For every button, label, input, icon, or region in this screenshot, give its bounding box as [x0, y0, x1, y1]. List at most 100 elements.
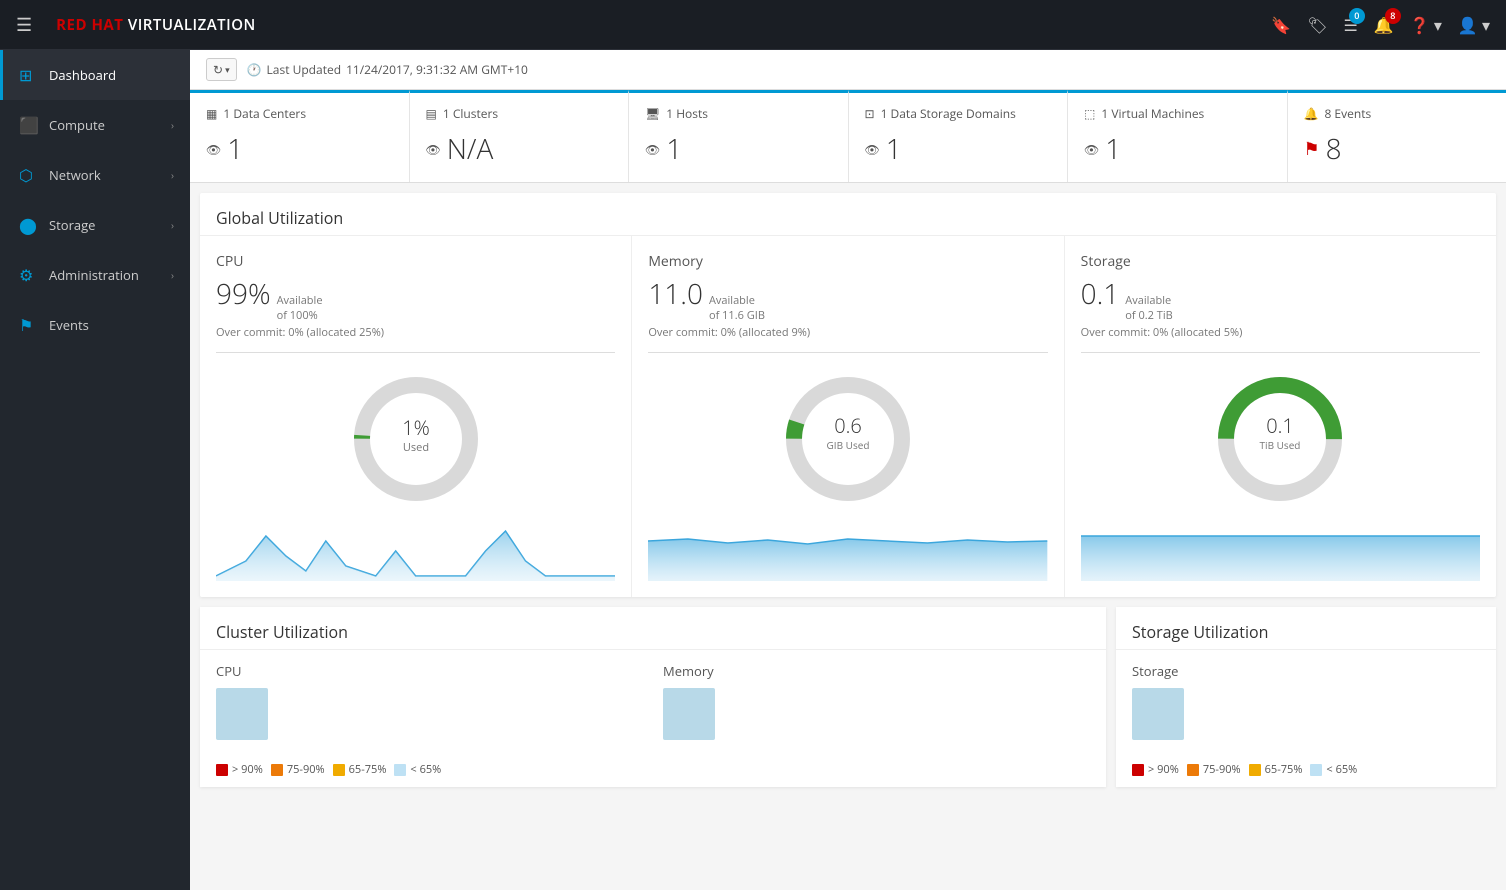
clusters-card[interactable]: ▤ 1 Clusters 👁 N/A [410, 90, 630, 182]
cpu-available-sub: of 100% [277, 308, 323, 323]
notifications-icon[interactable]: 🔔 8 [1374, 14, 1394, 36]
last-updated-label: Last Updated [267, 61, 342, 78]
hosts-count: 1 [666, 130, 682, 168]
sidebar-item-compute[interactable]: ⬛ Compute › [0, 100, 190, 150]
cluster-cpu-bar [216, 688, 268, 740]
hamburger-menu[interactable]: ☰ [16, 13, 32, 37]
cluster-utilization-title: Cluster Utilization [200, 607, 1106, 650]
cpu-sparkline-svg [216, 521, 615, 581]
cluster-memory-title: Memory [663, 662, 1090, 680]
sidebar-label-events: Events [49, 316, 174, 334]
legend-label-orange: 75-90% [287, 762, 325, 777]
hosts-title: 🖥 1 Hosts [645, 105, 708, 122]
vms-eye-icon: 👁 [1084, 141, 1099, 158]
memory-overcommit: Over commit: 0% (allocated 9%) [648, 325, 1047, 340]
sidebar-item-administration[interactable]: ⚙ Administration › [0, 250, 190, 300]
memory-available-label: Available [709, 293, 765, 308]
admin-arrow-icon: › [171, 268, 174, 282]
tags-icon[interactable]: 🏷 [1307, 14, 1327, 36]
datacenters-count-row: 👁 1 [206, 130, 393, 168]
bookmark-icon[interactable]: 🔖 [1271, 14, 1291, 36]
help-icon[interactable]: ❓ ▾ [1410, 14, 1442, 36]
storage-utilization-panel: Storage Utilization Storage > 90% 75-90% [1116, 607, 1496, 787]
last-updated-info: 🕐 Last Updated 11/24/2017, 9:31:32 AM GM… [247, 61, 528, 78]
sidebar-item-storage[interactable]: ⬤ Storage › [0, 200, 190, 250]
storage-util-column: Storage 0.1 Available of 0.2 TiB Over co… [1065, 236, 1496, 597]
user-icon[interactable]: 👤 ▾ [1458, 14, 1490, 36]
memory-available-sub: of 11.6 GIB [709, 308, 765, 323]
last-updated-value: 11/24/2017, 9:31:32 AM GMT+10 [346, 61, 528, 78]
clusters-icon: ▤ [426, 105, 437, 122]
cpu-available: 99% Available of 100% [216, 275, 615, 323]
memory-divider [648, 352, 1047, 353]
cpu-overcommit: Over commit: 0% (allocated 25%) [216, 325, 615, 340]
memory-available: 11.0 Available of 11.6 GIB [648, 275, 1047, 323]
cpu-donut-container: 1% Used [216, 369, 615, 509]
events-count-row: ⚑ 8 [1304, 130, 1491, 168]
notifications-badge: 8 [1385, 8, 1401, 24]
sidebar-item-dashboard[interactable]: ⊞ Dashboard [0, 50, 190, 100]
storage-divider [1081, 352, 1480, 353]
storage-overcommit: Over commit: 0% (allocated 5%) [1081, 325, 1480, 340]
memory-available-num: 11.0 [648, 275, 703, 313]
sidebar-label-compute: Compute [49, 116, 161, 134]
hosts-eye-icon: 👁 [645, 141, 660, 158]
tasks-badge: 0 [1349, 8, 1365, 24]
global-util-grid: CPU 99% Available of 100% Over commit: 0… [200, 236, 1496, 597]
datacenters-card[interactable]: ▦ 1 Data Centers 👁 1 [190, 90, 410, 182]
cpu-sparkline [216, 521, 615, 581]
memory-donut-container: 0.6 GIB Used [648, 369, 1047, 509]
clusters-count: N/A [447, 130, 494, 168]
cluster-utilization-panel: Cluster Utilization CPU Memory > 90% [200, 607, 1106, 787]
legend-color-yellow [333, 764, 345, 776]
datastorage-card[interactable]: ⊡ 1 Data Storage Domains 👁 1 [849, 90, 1069, 182]
clusters-count-row: 👁 N/A [426, 130, 613, 168]
global-utilization-panel: Global Utilization CPU 99% Available of … [200, 193, 1496, 597]
admin-icon: ⚙ [19, 264, 39, 286]
main-layout: ⊞ Dashboard ⬛ Compute › ⬡ Network › ⬤ St… [0, 50, 1506, 890]
storage-util-sub-title: Storage [1132, 662, 1480, 680]
legend-label-red: > 90% [232, 762, 263, 777]
sidebar-item-network[interactable]: ⬡ Network › [0, 150, 190, 200]
storage-sparkline-svg [1081, 521, 1480, 581]
storage-available-sub: of 0.2 TiB [1125, 308, 1172, 323]
clock-icon: 🕐 [247, 61, 262, 78]
legend-label-lt65: < 65% [410, 762, 441, 777]
storage-arrow-icon: › [171, 218, 174, 232]
hosts-card[interactable]: 🖥 1 Hosts 👁 1 [629, 90, 849, 182]
memory-sparkline [648, 521, 1047, 581]
vms-icon: ⬚ [1084, 105, 1095, 122]
vms-card[interactable]: ⬚ 1 Virtual Machines 👁 1 [1068, 90, 1288, 182]
storage-available-num: 0.1 [1081, 275, 1120, 313]
cluster-memory-bar [663, 688, 715, 740]
sidebar: ⊞ Dashboard ⬛ Compute › ⬡ Network › ⬤ St… [0, 50, 190, 890]
svg-text:1%: 1% [402, 414, 430, 441]
cpu-donut-chart: 1% Used [346, 369, 486, 509]
network-arrow-icon: › [171, 168, 174, 182]
refresh-button[interactable]: ↻ ▾ [206, 58, 237, 81]
tasks-icon[interactable]: ☰ 0 [1344, 14, 1358, 36]
svg-text:Used: Used [403, 440, 429, 455]
events-bell-icon: 🔔 [1304, 105, 1319, 122]
network-icon: ⬡ [19, 164, 39, 186]
storage-donut-container: 0.1 TiB Used [1081, 369, 1480, 509]
vms-count: 1 [1105, 130, 1121, 168]
legend-item-blue: < 65% [394, 762, 441, 777]
svg-text:0.1: 0.1 [1267, 412, 1295, 439]
legend-color-orange [271, 764, 283, 776]
brand: ☰ RED HAT VIRTUALIZATION [16, 13, 256, 37]
legend-label-yellow: 65-75% [349, 762, 387, 777]
datastorage-count: 1 [886, 130, 902, 168]
top-nav-icons: 🔖 🏷 ☰ 0 🔔 8 ❓ ▾ 👤 ▾ [1271, 14, 1490, 36]
storage-util-grid: Storage [1116, 650, 1496, 752]
vms-count-row: 👁 1 [1084, 130, 1271, 168]
events-card[interactable]: 🔔 8 Events ⚑ 8 [1288, 90, 1506, 182]
cpu-available-label: Available [277, 293, 323, 308]
svg-text:TiB Used: TiB Used [1260, 438, 1301, 452]
events-summary-title: 🔔 8 Events [1304, 105, 1372, 122]
sidebar-item-events[interactable]: ⚑ Events [0, 300, 190, 350]
bottom-panels: Cluster Utilization CPU Memory > 90% [200, 607, 1496, 787]
cluster-memory-col: Memory [663, 662, 1090, 740]
hosts-count-row: 👁 1 [645, 130, 832, 168]
cpu-util-column: CPU 99% Available of 100% Over commit: 0… [200, 236, 632, 597]
